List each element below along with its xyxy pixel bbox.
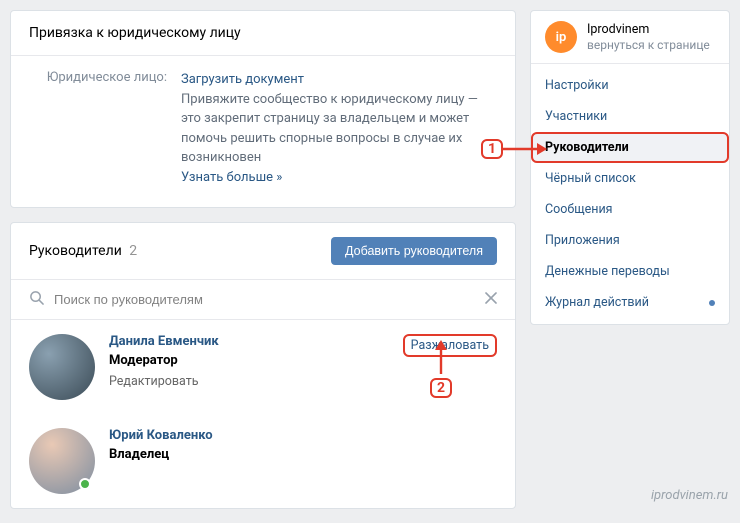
sidebar-item-messages[interactable]: Сообщения [531, 194, 729, 225]
managers-card: Руководители 2 Добавить руководителя Дан… [10, 222, 516, 509]
managers-count: 2 [129, 243, 137, 259]
legal-entity-description: Привяжите сообщество к юридическому лицу… [181, 90, 497, 168]
search-icon [29, 290, 44, 309]
back-to-page-link[interactable]: вернуться к странице [587, 38, 710, 52]
notification-dot-icon [709, 300, 715, 306]
sidebar-item-settings[interactable]: Настройки [531, 70, 729, 101]
demote-highlight: Разжаловать [403, 334, 497, 357]
search-input[interactable] [54, 292, 485, 307]
avatar[interactable] [29, 334, 95, 400]
sidebar-profile[interactable]: ip Iprodvinem вернуться к странице [531, 11, 729, 64]
add-manager-button[interactable]: Добавить руководителя [331, 237, 497, 265]
sidebar-item-money[interactable]: Денежные переводы [531, 256, 729, 287]
member-role: Модератор [109, 353, 403, 368]
sidebar-item-blacklist[interactable]: Чёрный список [531, 163, 729, 194]
manager-row: Юрий Коваленко Владелец [11, 414, 515, 508]
member-name-link[interactable]: Данила Евменчик [109, 334, 403, 349]
sidebar-item-label: Журнал действий [545, 295, 649, 310]
search-row [11, 280, 515, 320]
member-role: Владелец [109, 447, 497, 462]
sidebar-item-managers[interactable]: Руководители [531, 132, 729, 163]
sidebar-nav: Настройки Участники Руководители Чёрный … [531, 64, 729, 324]
demote-link[interactable]: Разжаловать [411, 338, 489, 353]
legal-entity-title: Привязка к юридическому лицу [11, 11, 515, 56]
member-name-link[interactable]: Юрий Коваленко [109, 428, 497, 443]
manager-row: Данила Евменчик Модератор Редактировать … [11, 320, 515, 414]
sidebar-card: ip Iprodvinem вернуться к странице Настр… [530, 10, 730, 325]
online-indicator-icon [79, 478, 91, 490]
sidebar-item-apps[interactable]: Приложения [531, 225, 729, 256]
managers-title: Руководители 2 [29, 243, 137, 259]
community-name: Iprodvinem [587, 22, 710, 37]
sidebar-item-members[interactable]: Участники [531, 101, 729, 132]
managers-title-text: Руководители [29, 243, 122, 259]
legal-entity-card: Привязка к юридическому лицу Юридическое… [10, 10, 516, 208]
upload-document-link[interactable]: Загрузить документ [181, 70, 497, 90]
clear-icon[interactable] [485, 292, 497, 308]
watermark: iprodvinem.ru [651, 488, 728, 503]
learn-more-link[interactable]: Узнать больше » [181, 168, 497, 188]
legal-entity-label: Юридическое лицо: [29, 70, 181, 187]
avatar[interactable] [29, 428, 95, 494]
sidebar-item-log[interactable]: Журнал действий [531, 287, 729, 318]
edit-link[interactable]: Редактировать [109, 374, 403, 389]
community-avatar-icon: ip [545, 21, 577, 53]
